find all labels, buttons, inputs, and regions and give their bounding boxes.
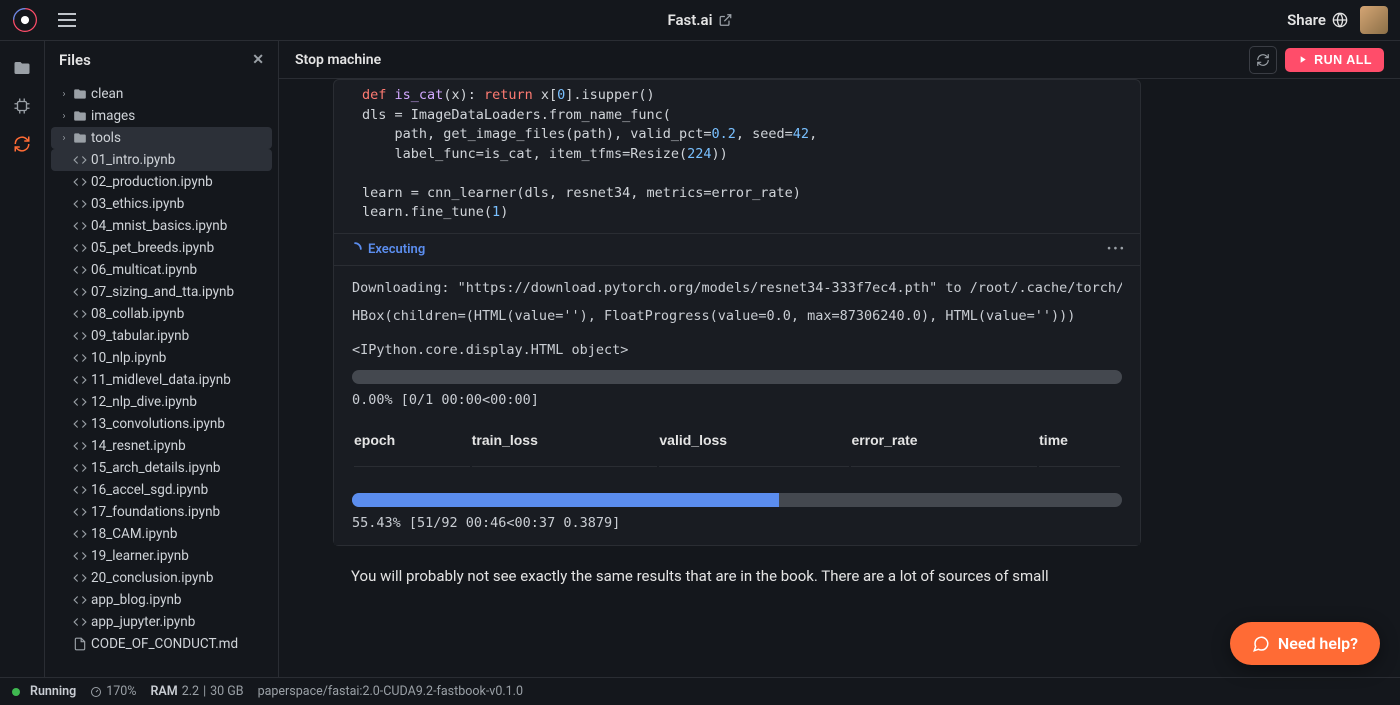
- cpu-usage: 170%: [90, 684, 136, 699]
- status-dot: [12, 688, 20, 696]
- sync-icon[interactable]: [13, 135, 31, 153]
- file-item[interactable]: 15_arch_details.ipynb: [51, 457, 272, 479]
- file-item[interactable]: 20_conclusion.ipynb: [51, 567, 272, 589]
- folder-item[interactable]: ›images: [51, 105, 272, 127]
- file-item[interactable]: 02_production.ipynb: [51, 171, 272, 193]
- notebook-title: Fast.ai: [667, 11, 712, 29]
- open-external-icon[interactable]: [719, 13, 733, 27]
- restart-kernel-button[interactable]: [1249, 46, 1277, 74]
- cell-output: Downloading: "https://download.pytorch.o…: [334, 265, 1140, 545]
- help-label: Need help?: [1278, 634, 1358, 653]
- stop-machine-button[interactable]: Stop machine: [295, 52, 381, 68]
- container-image: paperspace/fastai:2.0-CUDA9.2-fastbook-v…: [258, 684, 523, 699]
- ram-usage: RAM 2.2 | 30 GB: [150, 684, 243, 699]
- progress-bar-2: [352, 493, 1122, 507]
- file-item[interactable]: 09_tabular.ipynb: [51, 325, 272, 347]
- app-logo[interactable]: [12, 7, 38, 33]
- menu-icon[interactable]: [54, 9, 80, 31]
- run-all-label: RUN ALL: [1314, 53, 1372, 67]
- output-line: <IPython.core.display.HTML object>: [352, 342, 1122, 358]
- folder-item[interactable]: ›clean: [51, 83, 272, 105]
- progress-bar-1: [352, 370, 1122, 384]
- file-item[interactable]: 19_learner.ipynb: [51, 545, 272, 567]
- status-bar: Running 170% RAM 2.2 | 30 GB paperspace/…: [0, 677, 1400, 705]
- file-item[interactable]: 12_nlp_dive.ipynb: [51, 391, 272, 413]
- cell-more-icon[interactable]: •••: [1107, 242, 1126, 257]
- file-item[interactable]: 17_foundations.ipynb: [51, 501, 272, 523]
- table-header: train_loss: [472, 426, 658, 467]
- file-item[interactable]: 14_resnet.ipynb: [51, 435, 272, 457]
- run-all-button[interactable]: RUN ALL: [1285, 48, 1384, 72]
- share-label: Share: [1287, 11, 1326, 29]
- globe-icon: [1332, 12, 1348, 28]
- file-item[interactable]: app_blog.ipynb: [51, 589, 272, 611]
- markdown-text: You will probably not see exactly the sa…: [333, 564, 1141, 588]
- file-item[interactable]: 13_convolutions.ipynb: [51, 413, 272, 435]
- file-item[interactable]: 05_pet_breeds.ipynb: [51, 237, 272, 259]
- chat-icon: [1252, 635, 1270, 653]
- chip-icon[interactable]: [13, 97, 31, 115]
- file-item[interactable]: 16_accel_sgd.ipynb: [51, 479, 272, 501]
- files-icon[interactable]: [13, 59, 31, 77]
- output-line: HBox(children=(HTML(value=''), FloatProg…: [352, 308, 1122, 324]
- file-item[interactable]: CODE_OF_CONDUCT.md: [51, 633, 272, 655]
- file-item[interactable]: 07_sizing_and_tta.ipynb: [51, 281, 272, 303]
- machine-status[interactable]: Running: [12, 684, 76, 699]
- play-icon: [1297, 54, 1308, 65]
- file-item[interactable]: 11_midlevel_data.ipynb: [51, 369, 272, 391]
- share-button[interactable]: Share: [1287, 11, 1348, 29]
- table-header: time: [1039, 426, 1120, 467]
- code-block[interactable]: def is_cat(x): return x[0].isupper() dls…: [334, 80, 1140, 233]
- file-item[interactable]: 01_intro.ipynb: [51, 149, 272, 171]
- close-icon[interactable]: ✕: [252, 52, 264, 68]
- file-tree: ›clean›images›tools01_intro.ipynb02_prod…: [45, 79, 278, 677]
- file-item[interactable]: 03_ethics.ipynb: [51, 193, 272, 215]
- file-item[interactable]: 04_mnist_basics.ipynb: [51, 215, 272, 237]
- user-avatar[interactable]: [1360, 6, 1388, 34]
- cell-status-label: Executing: [368, 242, 425, 257]
- file-item[interactable]: app_jupyter.ipynb: [51, 611, 272, 633]
- sidebar-title: Files: [59, 51, 91, 69]
- file-item[interactable]: 08_collab.ipynb: [51, 303, 272, 325]
- table-header: epoch: [354, 426, 470, 467]
- progress-text-2: 55.43% [51/92 00:46<00:37 0.3879]: [352, 515, 1122, 531]
- gauge-icon: [90, 686, 102, 698]
- file-item[interactable]: 06_multicat.ipynb: [51, 259, 272, 281]
- file-item[interactable]: 18_CAM.ipynb: [51, 523, 272, 545]
- table-header: valid_loss: [659, 426, 849, 467]
- folder-item[interactable]: ›tools: [51, 127, 272, 149]
- code-cell[interactable]: def is_cat(x): return x[0].isupper() dls…: [333, 79, 1141, 546]
- progress-text-1: 0.00% [0/1 00:00<00:00]: [352, 392, 1122, 408]
- spinner-icon: [348, 242, 362, 256]
- table-header: error_rate: [851, 426, 1037, 467]
- help-button[interactable]: Need help?: [1230, 622, 1380, 665]
- file-item[interactable]: 10_nlp.ipynb: [51, 347, 272, 369]
- output-line: Downloading: "https://download.pytorch.o…: [352, 280, 1122, 296]
